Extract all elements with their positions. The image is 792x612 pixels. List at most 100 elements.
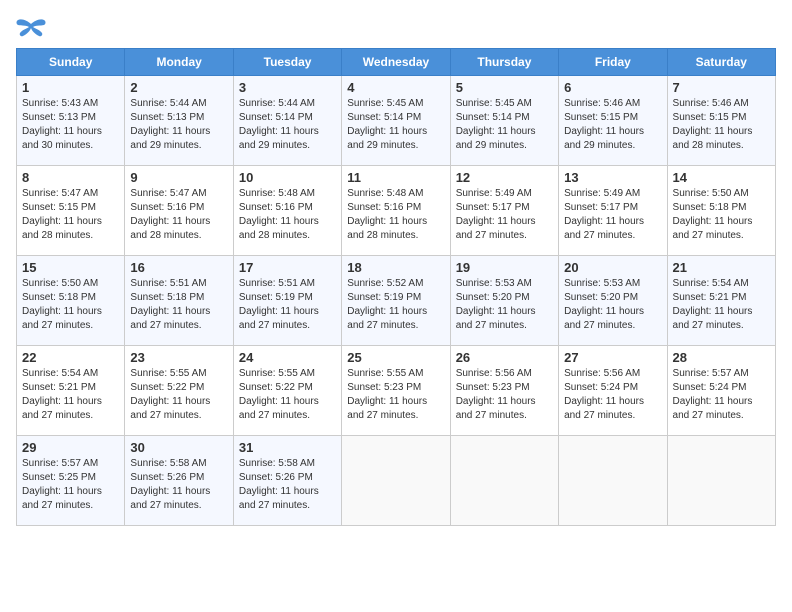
day-info: Sunrise: 5:55 AM Sunset: 5:22 PM Dayligh… [130,367,227,423]
calendar-cell [559,436,667,526]
day-info: Sunrise: 5:48 AM Sunset: 5:16 PM Dayligh… [347,187,444,243]
day-info: Sunrise: 5:57 AM Sunset: 5:24 PM Dayligh… [673,367,770,423]
day-number: 2 [130,80,227,95]
day-number: 22 [22,350,119,365]
day-info: Sunrise: 5:49 AM Sunset: 5:17 PM Dayligh… [456,187,553,243]
day-info: Sunrise: 5:45 AM Sunset: 5:14 PM Dayligh… [456,97,553,153]
day-number: 27 [564,350,661,365]
day-info: Sunrise: 5:53 AM Sunset: 5:20 PM Dayligh… [564,277,661,333]
day-header-friday: Friday [559,49,667,76]
day-number: 16 [130,260,227,275]
calendar-cell: 15 Sunrise: 5:50 AM Sunset: 5:18 PM Dayli… [17,256,125,346]
day-header-wednesday: Wednesday [342,49,450,76]
calendar-cell: 14 Sunrise: 5:50 AM Sunset: 5:18 PM Dayli… [667,166,775,256]
calendar-cell: 21 Sunrise: 5:54 AM Sunset: 5:21 PM Dayli… [667,256,775,346]
calendar-cell: 11 Sunrise: 5:48 AM Sunset: 5:16 PM Dayli… [342,166,450,256]
calendar-cell: 9 Sunrise: 5:47 AM Sunset: 5:16 PM Daylig… [125,166,233,256]
day-number: 12 [456,170,553,185]
day-info: Sunrise: 5:50 AM Sunset: 5:18 PM Dayligh… [673,187,770,243]
day-number: 15 [22,260,119,275]
day-info: Sunrise: 5:51 AM Sunset: 5:18 PM Dayligh… [130,277,227,333]
calendar-cell: 1 Sunrise: 5:43 AM Sunset: 5:13 PM Daylig… [17,76,125,166]
day-info: Sunrise: 5:46 AM Sunset: 5:15 PM Dayligh… [673,97,770,153]
calendar-cell: 18 Sunrise: 5:52 AM Sunset: 5:19 PM Dayli… [342,256,450,346]
calendar-cell: 5 Sunrise: 5:45 AM Sunset: 5:14 PM Daylig… [450,76,558,166]
day-info: Sunrise: 5:56 AM Sunset: 5:24 PM Dayligh… [564,367,661,423]
calendar-cell: 26 Sunrise: 5:56 AM Sunset: 5:23 PM Dayli… [450,346,558,436]
logo-bird-icon [16,16,46,40]
calendar-cell: 23 Sunrise: 5:55 AM Sunset: 5:22 PM Dayli… [125,346,233,436]
calendar-cell: 6Sunrise: 5:46 AM Sunset: 5:15 PM Daylig… [559,76,667,166]
calendar-cell [667,436,775,526]
calendar-cell: 8Sunrise: 5:47 AM Sunset: 5:15 PM Daylig… [17,166,125,256]
calendar-cell [342,436,450,526]
day-info: Sunrise: 5:50 AM Sunset: 5:18 PM Dayligh… [22,277,119,333]
day-number: 21 [673,260,770,275]
day-info: Sunrise: 5:54 AM Sunset: 5:21 PM Dayligh… [22,367,119,423]
calendar-cell: 3 Sunrise: 5:44 AM Sunset: 5:14 PM Daylig… [233,76,341,166]
calendar-cell: 2Sunrise: 5:44 AM Sunset: 5:13 PM Daylig… [125,76,233,166]
header [16,16,776,40]
day-number: 9 [130,170,227,185]
day-number: 24 [239,350,336,365]
calendar-cell: 20 Sunrise: 5:53 AM Sunset: 5:20 PM Dayli… [559,256,667,346]
day-info: Sunrise: 5:52 AM Sunset: 5:19 PM Dayligh… [347,277,444,333]
day-info: Sunrise: 5:58 AM Sunset: 5:26 PM Dayligh… [239,457,336,513]
day-number: 13 [564,170,661,185]
day-info: Sunrise: 5:58 AM Sunset: 5:26 PM Dayligh… [130,457,227,513]
calendar-cell: 30 Sunrise: 5:58 AM Sunset: 5:26 PM Dayli… [125,436,233,526]
day-number: 4 [347,80,444,95]
day-number: 20 [564,260,661,275]
day-info: Sunrise: 5:44 AM Sunset: 5:14 PM Dayligh… [239,97,336,153]
day-info: Sunrise: 5:43 AM Sunset: 5:13 PM Dayligh… [22,97,119,153]
day-number: 18 [347,260,444,275]
calendar-cell: 24 Sunrise: 5:55 AM Sunset: 5:22 PM Dayli… [233,346,341,436]
day-header-sunday: Sunday [17,49,125,76]
day-number: 6 [564,80,661,95]
calendar-cell: 25 Sunrise: 5:55 AM Sunset: 5:23 PM Dayli… [342,346,450,436]
calendar-cell: 27 Sunrise: 5:56 AM Sunset: 5:24 PM Dayli… [559,346,667,436]
day-header-thursday: Thursday [450,49,558,76]
day-number: 11 [347,170,444,185]
day-number: 5 [456,80,553,95]
day-header-saturday: Saturday [667,49,775,76]
day-number: 29 [22,440,119,455]
day-number: 14 [673,170,770,185]
day-info: Sunrise: 5:54 AM Sunset: 5:21 PM Dayligh… [673,277,770,333]
calendar-cell: 29 Sunrise: 5:57 AM Sunset: 5:25 PM Dayli… [17,436,125,526]
day-info: Sunrise: 5:47 AM Sunset: 5:16 PM Dayligh… [130,187,227,243]
day-header-tuesday: Tuesday [233,49,341,76]
day-number: 3 [239,80,336,95]
calendar-cell: 10 Sunrise: 5:48 AM Sunset: 5:16 PM Dayli… [233,166,341,256]
day-info: Sunrise: 5:49 AM Sunset: 5:17 PM Dayligh… [564,187,661,243]
day-number: 31 [239,440,336,455]
calendar-cell: 4 Sunrise: 5:45 AM Sunset: 5:14 PM Daylig… [342,76,450,166]
calendar-cell: 16 Sunrise: 5:51 AM Sunset: 5:18 PM Dayli… [125,256,233,346]
day-number: 26 [456,350,553,365]
calendar-cell: 13 Sunrise: 5:49 AM Sunset: 5:17 PM Dayli… [559,166,667,256]
day-number: 28 [673,350,770,365]
day-header-monday: Monday [125,49,233,76]
calendar-cell: 31 Sunrise: 5:58 AM Sunset: 5:26 PM Dayli… [233,436,341,526]
day-number: 19 [456,260,553,275]
day-info: Sunrise: 5:51 AM Sunset: 5:19 PM Dayligh… [239,277,336,333]
day-info: Sunrise: 5:57 AM Sunset: 5:25 PM Dayligh… [22,457,119,513]
day-number: 8 [22,170,119,185]
day-info: Sunrise: 5:53 AM Sunset: 5:20 PM Dayligh… [456,277,553,333]
calendar-cell: 7Sunrise: 5:46 AM Sunset: 5:15 PM Daylig… [667,76,775,166]
day-info: Sunrise: 5:55 AM Sunset: 5:23 PM Dayligh… [347,367,444,423]
calendar-cell [450,436,558,526]
day-info: Sunrise: 5:56 AM Sunset: 5:23 PM Dayligh… [456,367,553,423]
calendar-table: SundayMondayTuesdayWednesdayThursdayFrid… [16,48,776,526]
day-number: 23 [130,350,227,365]
day-info: Sunrise: 5:48 AM Sunset: 5:16 PM Dayligh… [239,187,336,243]
day-info: Sunrise: 5:55 AM Sunset: 5:22 PM Dayligh… [239,367,336,423]
day-number: 1 [22,80,119,95]
day-info: Sunrise: 5:45 AM Sunset: 5:14 PM Dayligh… [347,97,444,153]
day-number: 25 [347,350,444,365]
calendar-cell: 22 Sunrise: 5:54 AM Sunset: 5:21 PM Dayli… [17,346,125,436]
calendar-cell: 17Sunrise: 5:51 AM Sunset: 5:19 PM Dayli… [233,256,341,346]
day-number: 30 [130,440,227,455]
calendar-cell: 12 Sunrise: 5:49 AM Sunset: 5:17 PM Dayli… [450,166,558,256]
day-number: 10 [239,170,336,185]
